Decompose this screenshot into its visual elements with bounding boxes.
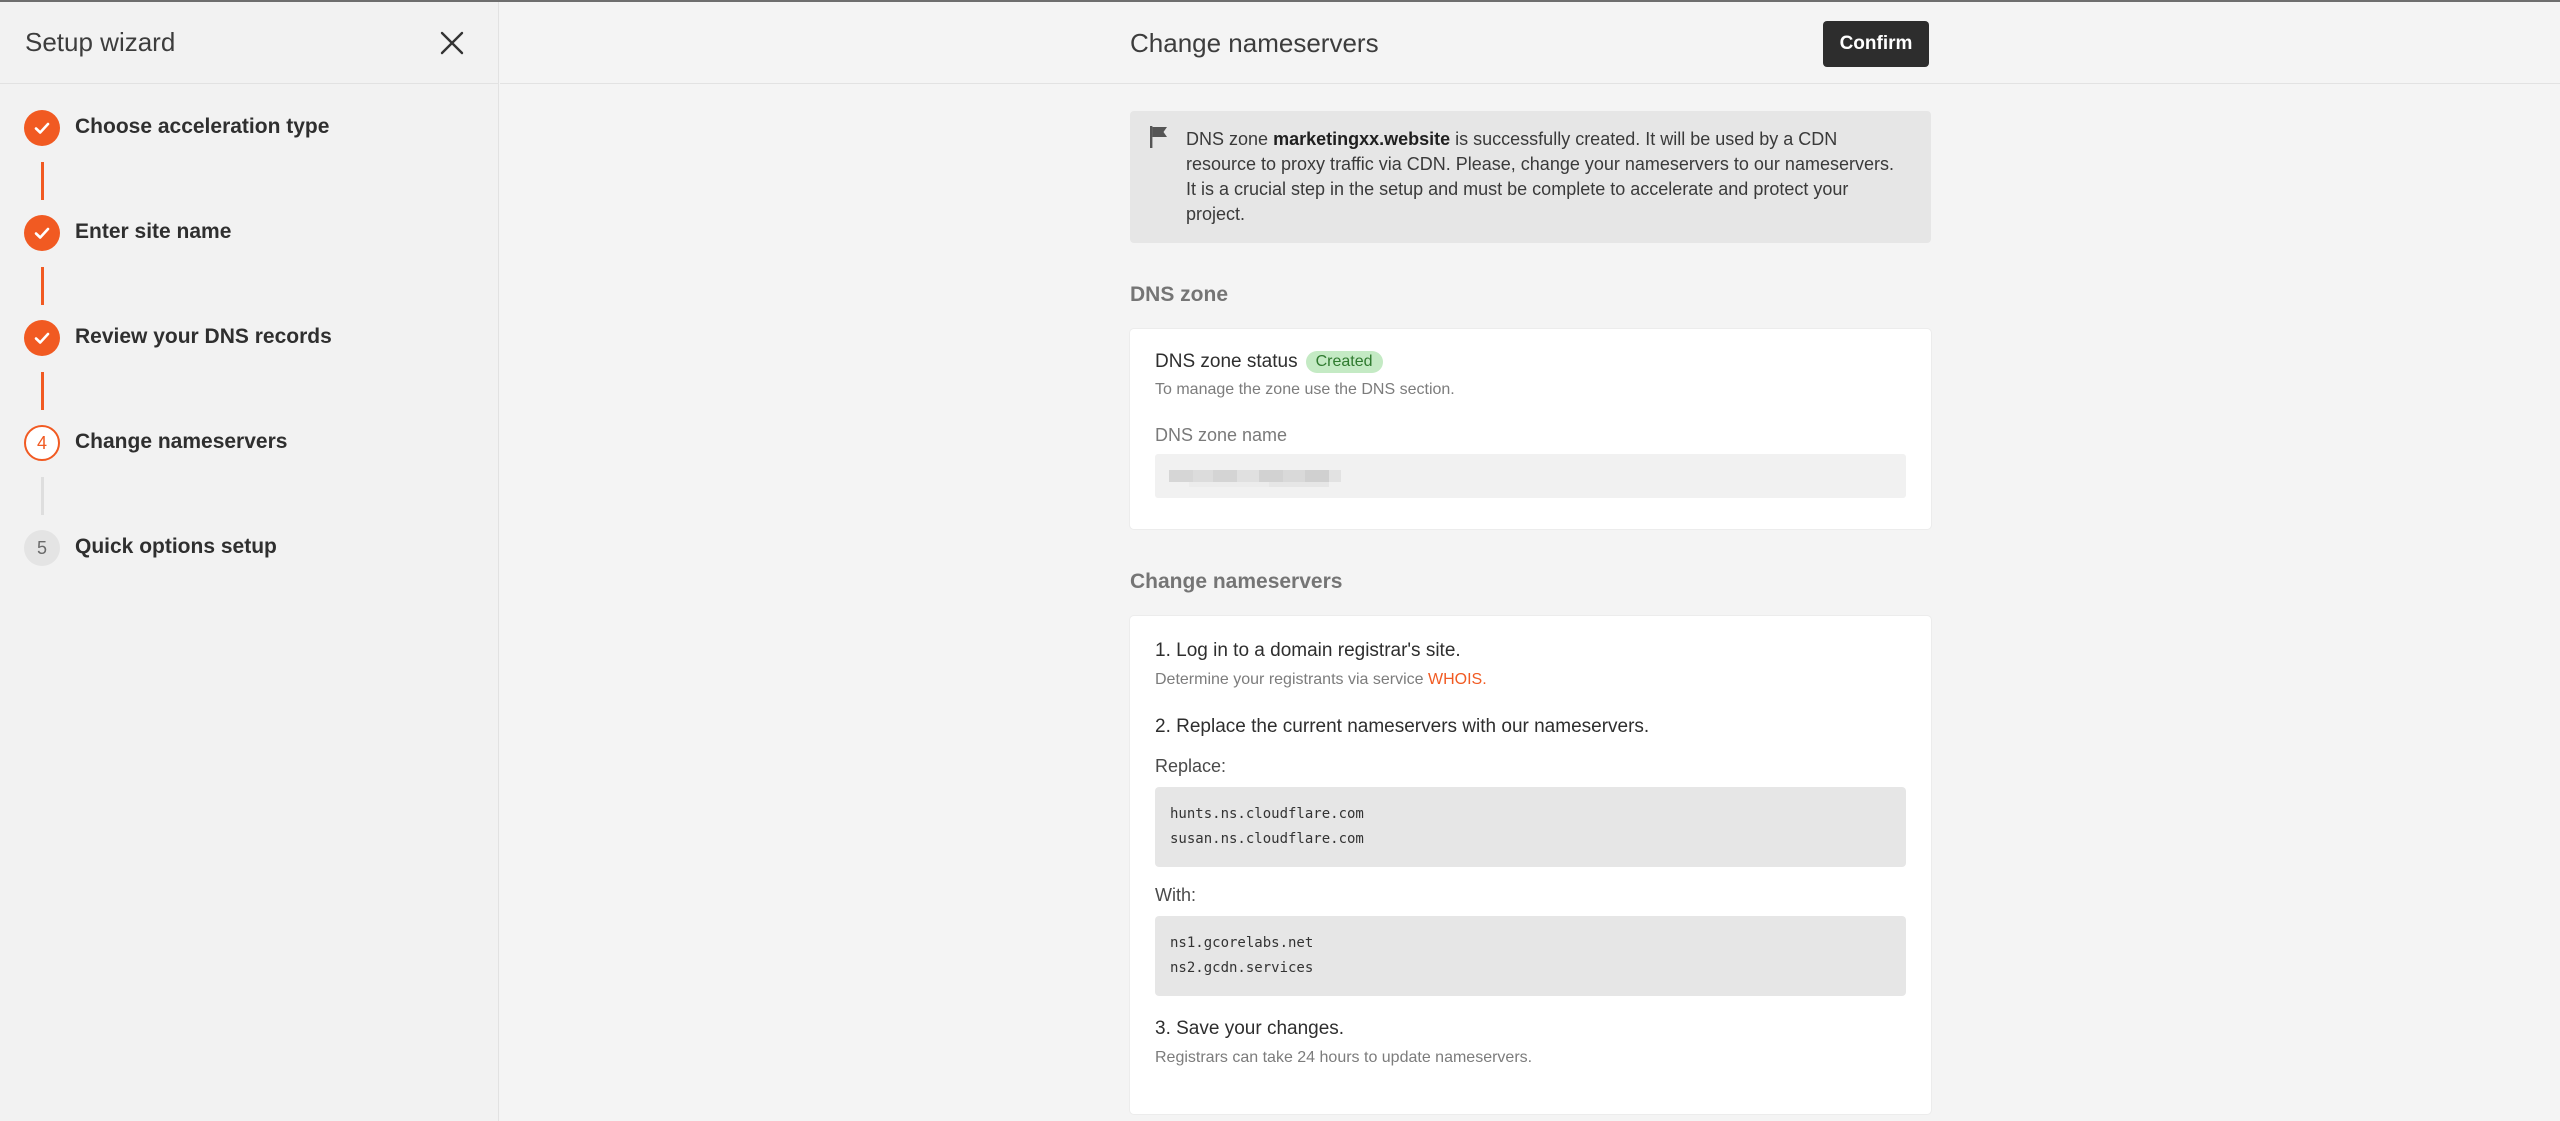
whois-link[interactable]: WHOIS [1428,671,1482,688]
wizard-step-quick-options[interactable]: 5 Quick options setup [24,530,474,570]
step-number: 5 [24,530,60,566]
redacted-text-image [1169,470,1341,487]
instruction-step-1: 1. Log in to a domain registrar's site. [1155,640,1461,661]
notice-prefix: DNS zone [1186,129,1269,149]
status-badge: Created [1305,351,1383,373]
new-nameserver: ns2.gcdn.services [1170,960,1314,976]
step-connector [41,477,44,515]
info-notice: DNS zone marketingxx.website is successf… [1130,111,1931,243]
content-column: DNS zone marketingxx.website is successf… [1130,111,1931,1114]
sidebar-title: Setup wizard [25,27,176,57]
wizard-step-enter-site-name[interactable]: Enter site name [24,215,474,255]
dns-zone-name-field[interactable] [1155,454,1906,498]
with-label: With: [1155,885,1197,905]
dns-zone-hint: To manage the zone use the DNS section. [1155,381,1455,398]
check-icon [24,110,60,146]
check-icon [24,215,60,251]
dns-zone-status-label: DNS zone status [1155,351,1298,372]
hint-suffix: . [1482,671,1487,688]
check-icon [24,320,60,356]
wizard-step-choose-acceleration[interactable]: Choose acceleration type [24,110,474,150]
hint-prefix: Determine your registrants via service [1155,671,1424,688]
step-number: 4 [24,425,60,461]
flag-icon [1148,125,1170,156]
dns-zone-card: DNS zone status Created To manage the zo… [1130,329,1931,529]
close-icon[interactable] [436,27,468,59]
step-label: Change nameservers [75,430,288,453]
instruction-step-1-hint: Determine your registrants via service W… [1155,671,1906,689]
new-nameserver: ns1.gcorelabs.net [1170,935,1314,951]
dns-zone-section-title: DNS zone [1130,283,1229,306]
instruction-step-2: 2. Replace the current nameservers with … [1155,716,1650,737]
notice-zone-name: marketingxx.website [1273,129,1451,149]
wizard-sidebar: Setup wizard Choose acceleration type En… [0,2,499,1121]
step-connector [41,162,44,200]
dns-zone-name-label: DNS zone name [1155,425,1288,445]
old-nameserver: hunts.ns.cloudflare.com [1170,806,1364,822]
step-label: Choose acceleration type [75,115,330,138]
instruction-step-3: 3. Save your changes. [1155,1018,1345,1039]
step-label: Review your DNS records [75,325,332,348]
old-nameserver: susan.ns.cloudflare.com [1170,831,1364,847]
step-connector [41,267,44,305]
confirm-button[interactable]: Confirm [1823,21,1929,67]
main-panel: Change nameservers Confirm DNS zone mark… [500,2,2560,1121]
replace-label: Replace: [1155,756,1227,776]
dns-zone-status-row: DNS zone status Created [1155,351,1906,373]
new-nameservers-box[interactable]: ns1.gcorelabs.net ns2.gcdn.services [1155,916,1906,996]
page-title: Change nameservers [1130,28,1379,58]
wizard-step-review-dns[interactable]: Review your DNS records [24,320,474,360]
replace-nameservers-box[interactable]: hunts.ns.cloudflare.com susan.ns.cloudfl… [1155,787,1906,867]
instruction-step-3-hint: Registrars can take 24 hours to update n… [1155,1049,1533,1066]
sidebar-header: Setup wizard [0,2,498,84]
main-header: Change nameservers Confirm [500,2,2560,84]
nameservers-card: 1. Log in to a domain registrar's site. … [1130,616,1931,1114]
wizard-step-change-nameservers[interactable]: 4 Change nameservers [24,425,474,465]
nameservers-section-title: Change nameservers [1130,570,1343,593]
step-label: Quick options setup [75,535,277,558]
step-connector [41,372,44,410]
step-label: Enter site name [75,220,232,243]
